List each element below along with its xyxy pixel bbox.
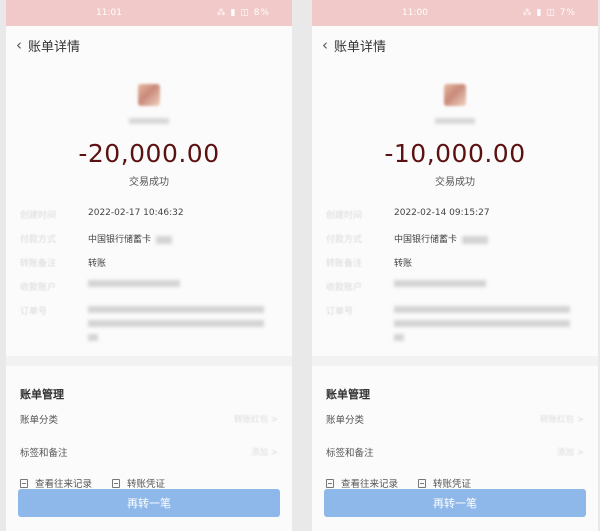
- detail-row-payment-method: 付款方式 中国银行储蓄卡: [20, 232, 276, 256]
- row-label: 账单分类: [326, 414, 365, 426]
- tags-notes-row[interactable]: 标签和备注 添加 >: [312, 435, 598, 468]
- payee-account-redacted: [394, 280, 486, 287]
- detail-row-payee-account: 收款账户: [20, 280, 276, 304]
- detail-value: 2022-02-17 10:46:32: [88, 208, 184, 218]
- status-bar: 11:00 ⁂ ▮ ◫ 7%: [312, 0, 598, 26]
- bill-management-title: 账单管理: [326, 388, 370, 401]
- transfer-receipt-label: 转账凭证: [433, 479, 472, 490]
- detail-value: 2022-02-14 09:15:27: [394, 208, 490, 218]
- bill-detail-screen-right: 11:00 ⁂ ▮ ◫ 7% ‹ 账单详情 -10,000.00 交易成功 创建…: [312, 0, 598, 531]
- row-value: 转账红包 >: [540, 414, 584, 425]
- page-title: 账单详情: [28, 39, 81, 55]
- view-records-link[interactable]: 查看往来记录: [20, 476, 92, 490]
- bill-management-title: 账单管理: [20, 388, 64, 401]
- detail-row-payee-account: 收款账户: [326, 280, 582, 304]
- row-label: 标签和备注: [326, 447, 374, 459]
- status-time: 11:00: [402, 8, 428, 18]
- transaction-status: 交易成功: [129, 177, 169, 188]
- detail-label: 付款方式: [326, 235, 363, 245]
- bill-category-row[interactable]: 账单分类 转账红包 >: [6, 402, 292, 435]
- row-label: 标签和备注: [20, 447, 68, 459]
- transfer-again-button[interactable]: 再转一笔: [324, 489, 586, 517]
- records-icon: [326, 478, 334, 488]
- payment-method-text: 中国银行储蓄卡: [88, 235, 152, 245]
- detail-row-created-time: 创建时间 2022-02-14 09:15:27: [326, 208, 582, 232]
- detail-row-created-time: 创建时间 2022-02-17 10:46:32: [20, 208, 276, 232]
- detail-row-order-number: 订单号: [20, 304, 276, 348]
- detail-label: 转账备注: [20, 259, 57, 269]
- order-number-redacted: [88, 304, 264, 341]
- payee-name-redacted: [129, 118, 169, 124]
- payee-account-redacted: [88, 280, 180, 287]
- detail-label: 创建时间: [20, 211, 57, 221]
- row-value: 转账红包 >: [234, 414, 278, 425]
- action-links: 查看往来记录 转账凭证: [6, 476, 292, 490]
- tags-notes-row[interactable]: 标签和备注 添加 >: [6, 435, 292, 468]
- receipt-icon: [418, 478, 427, 488]
- nav-bar: ‹ 账单详情: [6, 26, 292, 64]
- detail-value: 中国银行储蓄卡: [394, 232, 488, 245]
- detail-label: 创建时间: [326, 211, 363, 221]
- transaction-amount: -20,000.00: [78, 139, 220, 168]
- status-icons: ⁂ ▮ ◫ 8%: [216, 8, 270, 18]
- detail-row-remark: 转账备注 转账: [20, 256, 276, 280]
- detail-value: 转账: [88, 259, 107, 269]
- detail-label: 订单号: [20, 307, 48, 317]
- action-links: 查看往来记录 转账凭证: [312, 476, 598, 490]
- detail-label: 收款账户: [20, 283, 57, 293]
- payment-method-text: 中国银行储蓄卡: [394, 235, 458, 245]
- status-bar: 11:01 ⁂ ▮ ◫ 8%: [6, 0, 292, 26]
- card-number-redacted: [461, 235, 488, 244]
- transaction-details: 创建时间 2022-02-17 10:46:32 付款方式 中国银行储蓄卡 转账…: [6, 208, 292, 348]
- nav-bar: ‹ 账单详情: [312, 26, 598, 64]
- status-time: 11:01: [96, 8, 122, 18]
- detail-label: 收款账户: [326, 283, 363, 293]
- view-records-label: 查看往来记录: [35, 479, 93, 490]
- row-value: 添加 >: [251, 447, 278, 458]
- detail-value: 转账: [394, 259, 413, 269]
- detail-label: 转账备注: [326, 259, 363, 269]
- section-divider: [312, 356, 598, 366]
- transfer-receipt-label: 转账凭证: [127, 479, 166, 490]
- transfer-receipt-link[interactable]: 转账凭证: [112, 476, 165, 490]
- transfer-again-button[interactable]: 再转一笔: [18, 489, 280, 517]
- payee-name-redacted: [435, 118, 475, 124]
- detail-row-payment-method: 付款方式 中国银行储蓄卡: [326, 232, 582, 256]
- order-number-redacted: [394, 304, 570, 341]
- detail-row-order-number: 订单号: [326, 304, 582, 348]
- view-records-label: 查看往来记录: [341, 479, 399, 490]
- page-title: 账单详情: [334, 39, 387, 55]
- detail-value: 中国银行储蓄卡: [88, 232, 172, 245]
- receipt-icon: [112, 478, 121, 488]
- row-value: 添加 >: [557, 447, 584, 458]
- transaction-status: 交易成功: [435, 177, 475, 188]
- transaction-amount: -10,000.00: [384, 139, 526, 168]
- records-icon: [20, 478, 28, 488]
- detail-label: 付款方式: [20, 235, 57, 245]
- back-chevron-icon[interactable]: ‹: [322, 36, 328, 54]
- payee-avatar: [138, 84, 160, 106]
- row-label: 账单分类: [20, 414, 59, 426]
- transaction-details: 创建时间 2022-02-14 09:15:27 付款方式 中国银行储蓄卡 转账…: [312, 208, 598, 348]
- view-records-link[interactable]: 查看往来记录: [326, 476, 398, 490]
- payee-avatar: [444, 84, 466, 106]
- detail-row-remark: 转账备注 转账: [326, 256, 582, 280]
- detail-label: 订单号: [326, 307, 354, 317]
- transfer-receipt-link[interactable]: 转账凭证: [418, 476, 471, 490]
- bill-category-row[interactable]: 账单分类 转账红包 >: [312, 402, 598, 435]
- bill-detail-screen-left: 11:01 ⁂ ▮ ◫ 8% ‹ 账单详情 -20,000.00 交易成功 创建…: [6, 0, 292, 531]
- section-divider: [6, 356, 292, 366]
- status-icons: ⁂ ▮ ◫ 7%: [522, 8, 576, 18]
- back-chevron-icon[interactable]: ‹: [16, 36, 22, 54]
- card-number-redacted: [155, 235, 172, 244]
